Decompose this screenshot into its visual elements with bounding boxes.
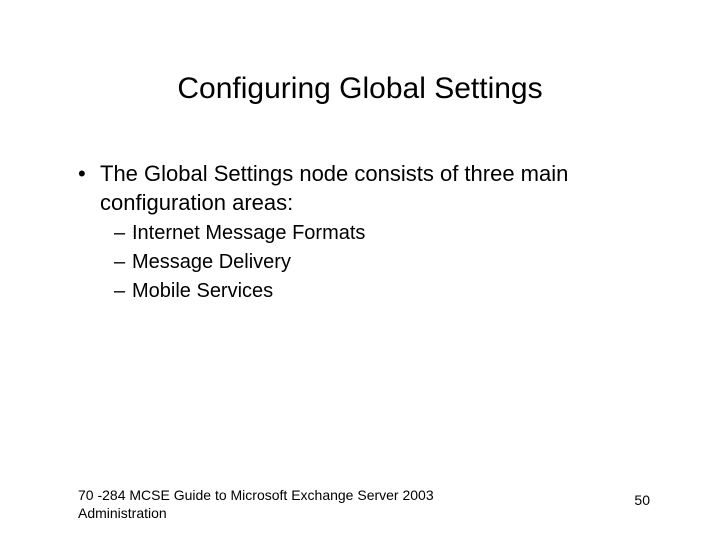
sub-bullet-marker: – [114, 219, 132, 248]
sub-bullet-marker: – [114, 277, 132, 306]
sub-bullet-text: Mobile Services [132, 277, 273, 306]
bullet-item: • The Global Settings node consists of t… [78, 160, 650, 217]
slide: Configuring Global Settings • The Global… [0, 0, 720, 540]
sub-bullet-text: Message Delivery [132, 248, 291, 277]
sub-bullet-item: – Mobile Services [114, 277, 650, 306]
slide-number: 50 [634, 492, 650, 508]
bullet-text: The Global Settings node consists of thr… [100, 160, 650, 217]
sub-bullet-item: – Message Delivery [114, 248, 650, 277]
slide-body: • The Global Settings node consists of t… [78, 160, 650, 306]
footer-text: 70 -284 MCSE Guide to Microsoft Exchange… [78, 487, 458, 522]
sub-bullet-marker: – [114, 248, 132, 277]
slide-title: Configuring Global Settings [0, 72, 720, 106]
bullet-marker: • [78, 160, 100, 189]
sub-bullet-text: Internet Message Formats [132, 219, 365, 248]
sub-bullet-list: – Internet Message Formats – Message Del… [114, 219, 650, 306]
sub-bullet-item: – Internet Message Formats [114, 219, 650, 248]
